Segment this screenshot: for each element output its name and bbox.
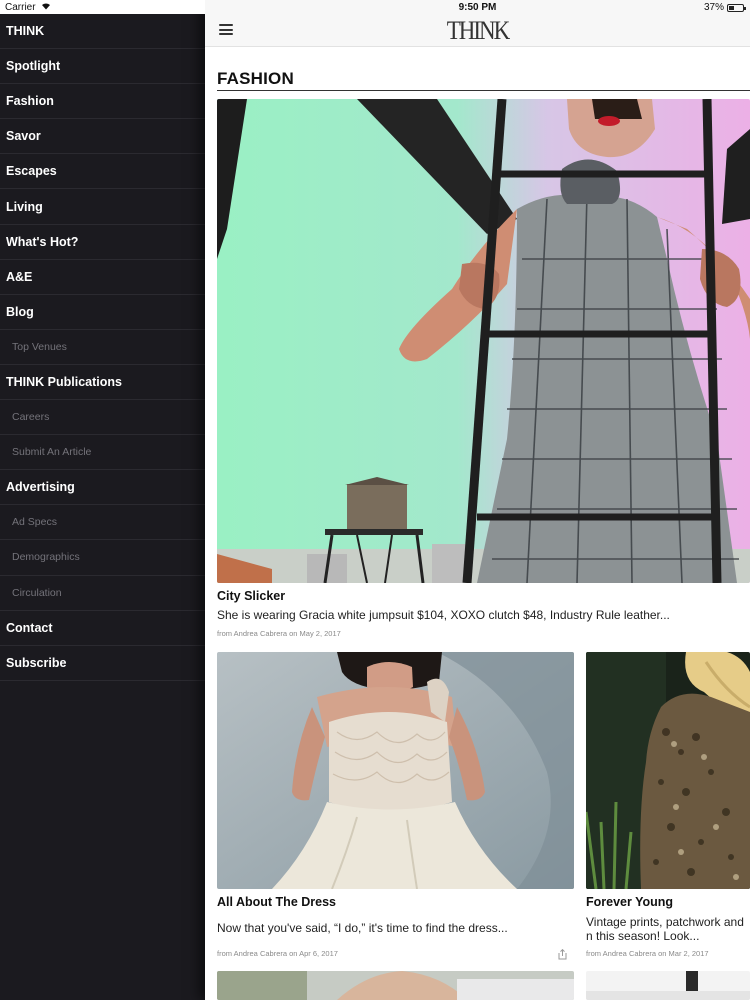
sidebar-item-contact[interactable]: Contact bbox=[0, 611, 205, 646]
sidebar-item-think-publications[interactable]: THINK Publications bbox=[0, 365, 205, 401]
article-image[interactable] bbox=[217, 971, 574, 1000]
article-card[interactable]: Forever Young Vintage prints, patchwork … bbox=[205, 0, 750, 965]
sidebar-item-escapes[interactable]: Escapes bbox=[0, 154, 205, 190]
article-meta: from Andrea Cabrera on Mar 2, 2017 bbox=[586, 949, 709, 958]
sidebar-item-advertising[interactable]: Advertising bbox=[0, 470, 205, 506]
sidebar-subitem-circulation[interactable]: Circulation bbox=[0, 576, 205, 611]
sidebar-item-a-and-e[interactable]: A&E bbox=[0, 260, 205, 295]
article-image[interactable] bbox=[586, 652, 750, 889]
article-image[interactable] bbox=[586, 971, 750, 1000]
sidebar-item-spotlight[interactable]: Spotlight bbox=[0, 49, 205, 85]
sidebar-subitem-demographics[interactable]: Demographics bbox=[0, 540, 205, 576]
sidebar-item-think[interactable]: THINK bbox=[0, 14, 205, 50]
article-excerpt: Vintage prints, patchwork and n this sea… bbox=[586, 915, 744, 943]
carrier-label: Carrier bbox=[5, 2, 36, 13]
sidebar-item-fashion[interactable]: Fashion bbox=[0, 84, 205, 120]
sidebar-item-living[interactable]: Living bbox=[0, 189, 205, 225]
sidebar-item-subscribe[interactable]: Subscribe bbox=[0, 646, 205, 681]
sidebar-subitem-ad-specs[interactable]: Ad Specs bbox=[0, 505, 205, 541]
sidebar-menu: THINK Spotlight Fashion Savor Escapes Li… bbox=[0, 14, 205, 1000]
main-panel: 9:50 PM 37% THINK FASHION City Slicker S… bbox=[205, 0, 750, 1000]
article-title[interactable]: Forever Young bbox=[586, 895, 673, 909]
status-bar-left: Carrier bbox=[0, 0, 205, 14]
sidebar-subitem-careers[interactable]: Careers bbox=[0, 400, 205, 436]
sidebar-item-whats-hot[interactable]: What's Hot? bbox=[0, 225, 205, 260]
sidebar-subitem-top-venues[interactable]: Top Venues bbox=[0, 330, 205, 365]
sidebar-item-blog[interactable]: Blog bbox=[0, 295, 205, 330]
sidebar-subitem-submit-article[interactable]: Submit An Article bbox=[0, 435, 205, 471]
wifi-icon bbox=[41, 0, 51, 14]
sidebar-item-savor[interactable]: Savor bbox=[0, 119, 205, 155]
